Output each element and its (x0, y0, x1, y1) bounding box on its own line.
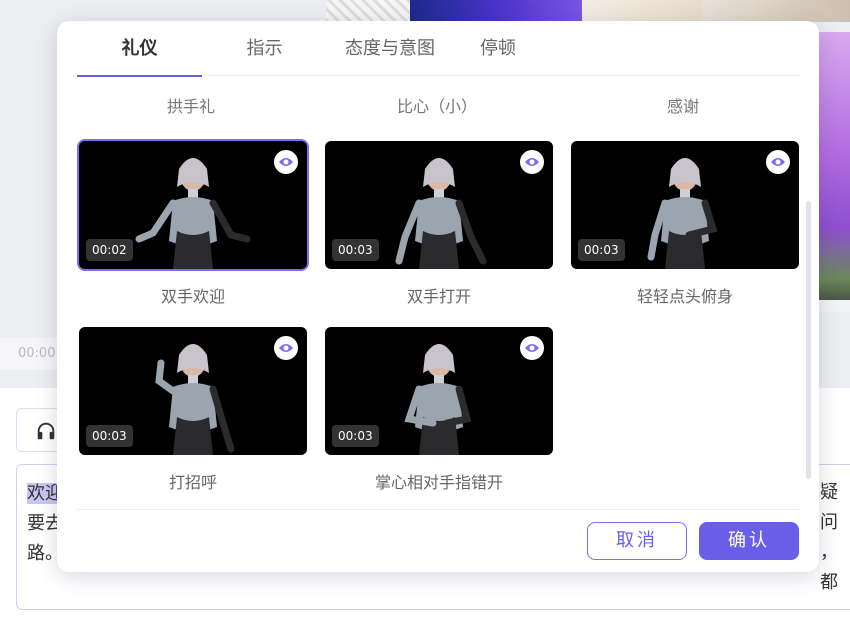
card-label: 双手打开 (406, 287, 471, 306)
grid-scrollbar[interactable] (806, 201, 811, 479)
script-text-fragment: 疑问 ，都 (820, 482, 838, 593)
action-card[interactable]: 00:03 (79, 327, 307, 455)
action-grid: 拱手礼 比心（小） 感谢 00:02 双手欢迎 00:03 双手打开 00:03… (77, 77, 799, 507)
tab-attitude-intent[interactable]: 态度与意图 (327, 21, 453, 76)
confirm-button[interactable]: 确认 (699, 522, 799, 560)
card-label: 感谢 (666, 97, 699, 116)
asset-thumbnail[interactable] (582, 0, 702, 22)
tab-pause[interactable]: 停顿 (453, 21, 543, 76)
card-label: 轻轻点头俯身 (636, 287, 733, 306)
card-label: 打招呼 (168, 473, 217, 492)
asset-thumbnail[interactable] (410, 0, 582, 22)
action-card[interactable]: 00:03 (571, 141, 799, 269)
cancel-button[interactable]: 取消 (587, 522, 687, 560)
preview-eye-icon[interactable] (274, 150, 298, 174)
stage-preview (818, 32, 850, 312)
duration-badge: 00:02 (86, 239, 133, 261)
footer-divider (77, 509, 799, 510)
asset-thumbnail[interactable] (326, 0, 410, 22)
headphones-icon (37, 422, 55, 440)
asset-thumbnail[interactable] (702, 0, 850, 22)
card-label: 双手欢迎 (160, 287, 225, 306)
tab-pointing[interactable]: 指示 (202, 21, 327, 76)
action-card[interactable]: 00:03 (325, 141, 553, 269)
tab-etiquette[interactable]: 礼仪 (77, 21, 202, 77)
card-label: 比心（小） (396, 97, 477, 116)
card-label: 拱手礼 (166, 97, 215, 116)
preview-eye-icon[interactable] (520, 336, 544, 360)
duration-badge: 00:03 (332, 425, 379, 447)
action-card[interactable]: 00:02 (79, 141, 307, 269)
card-label: 掌心相对手指错开 (374, 473, 503, 492)
preview-eye-icon[interactable] (274, 336, 298, 360)
preview-eye-icon[interactable] (520, 150, 544, 174)
duration-badge: 00:03 (332, 239, 379, 261)
action-card[interactable]: 00:03 (325, 327, 553, 455)
duration-badge: 00:03 (86, 425, 133, 447)
duration-badge: 00:03 (578, 239, 625, 261)
preview-eye-icon[interactable] (766, 150, 790, 174)
background-asset-strip (326, 0, 850, 22)
action-picker-modal: 礼仪 指示 态度与意图 停顿 拱手礼 比心（小） 感谢 00:02 双手欢迎 0… (57, 21, 819, 572)
preview-progress[interactable] (818, 300, 850, 312)
previous-row-labels: 拱手礼 比心（小） 感谢 (77, 93, 799, 117)
category-tabs: 礼仪 指示 态度与意图 停顿 (77, 21, 799, 77)
